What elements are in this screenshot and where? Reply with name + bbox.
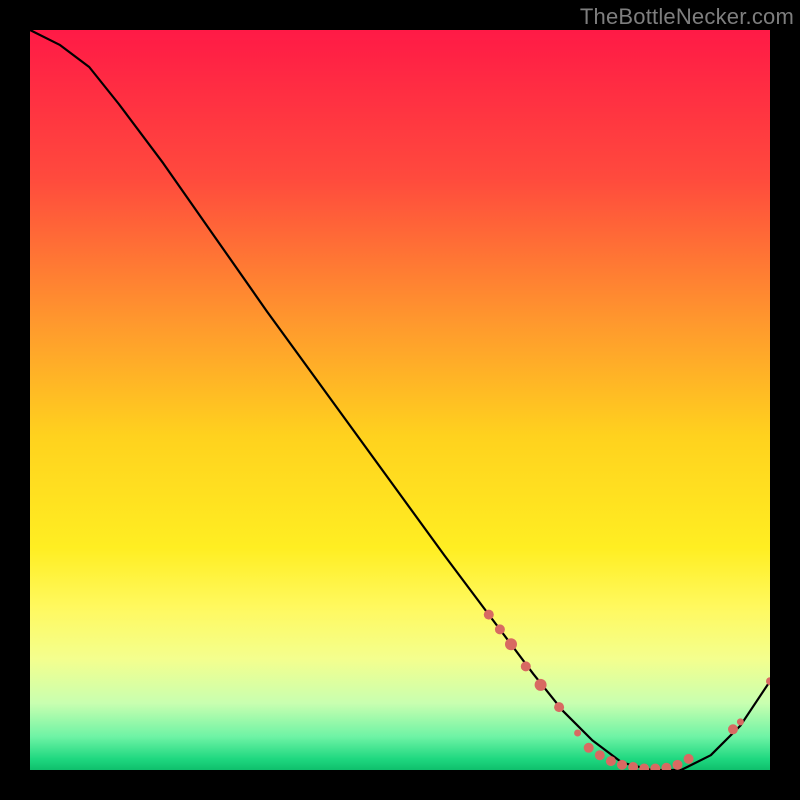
data-marker: [495, 624, 505, 634]
data-marker: [484, 610, 494, 620]
data-marker: [521, 661, 531, 671]
data-marker: [554, 702, 564, 712]
data-marker: [606, 756, 616, 766]
data-marker: [505, 638, 517, 650]
watermark-text: TheBottleNecker.com: [580, 4, 794, 30]
data-marker: [737, 718, 744, 725]
data-marker: [684, 754, 694, 764]
data-marker: [595, 750, 605, 760]
chart-plot: [30, 30, 770, 770]
data-marker: [584, 743, 594, 753]
data-marker: [728, 724, 738, 734]
data-marker: [673, 760, 683, 770]
chart-background: [30, 30, 770, 770]
chart-root: TheBottleNecker.com: [0, 0, 800, 800]
data-marker: [574, 730, 581, 737]
data-marker: [617, 760, 627, 770]
data-marker: [535, 679, 547, 691]
